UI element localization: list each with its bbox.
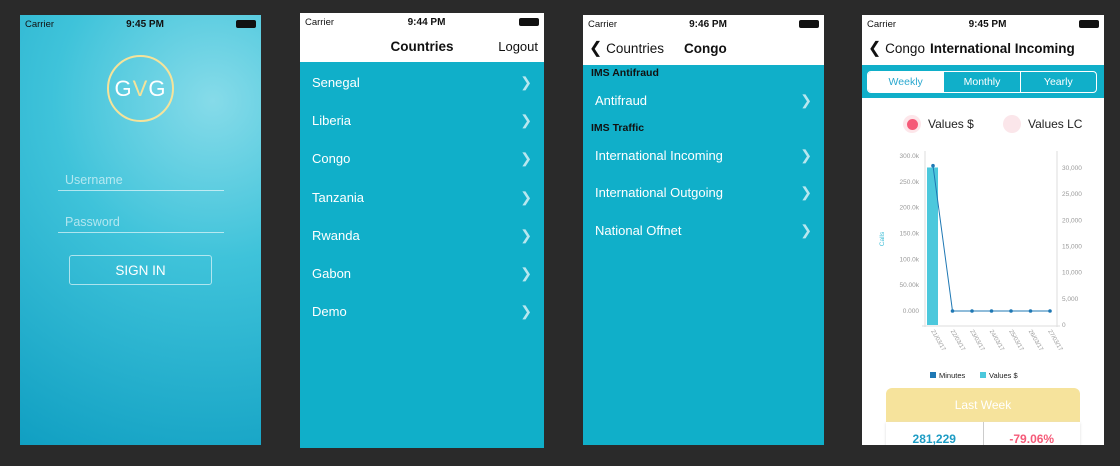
chevron-right-icon: ❯	[520, 303, 532, 320]
x-tick-label: 25/03/17	[1007, 329, 1024, 353]
left-tick-label: 150.0k	[899, 231, 919, 238]
x-tick-label: 22/03/17	[949, 329, 966, 353]
chevron-right-icon: ❯	[800, 184, 812, 201]
chevron-right-icon: ❯	[800, 146, 812, 163]
section-header: IMS Antifraud	[591, 67, 659, 79]
x-tick-label: 21/03/17	[929, 329, 946, 353]
menu-row[interactable]: National Offnet ❯	[583, 212, 824, 250]
card-value: 281,229	[886, 422, 984, 445]
x-tick-label: 27/03/17	[1046, 329, 1063, 353]
left-tick-label: 200.0k	[899, 205, 919, 212]
username-input[interactable]: Username	[58, 173, 224, 191]
right-tick-label: 25,000	[1062, 191, 1082, 198]
page-title: Congo	[683, 40, 727, 56]
chevron-right-icon: ❯	[520, 265, 532, 282]
country-row[interactable]: Senegal ❯	[300, 63, 544, 101]
country-row[interactable]: Rwanda ❯	[300, 216, 544, 254]
back-button[interactable]: ❮ Countries	[583, 38, 664, 58]
point-minutes	[1048, 309, 1052, 313]
menu-row[interactable]: Antifraud ❯	[583, 82, 824, 120]
country-row[interactable]: Liberia ❯	[300, 101, 544, 139]
line-minutes	[932, 165, 1050, 312]
chevron-right-icon: ❯	[520, 111, 532, 128]
left-tick-label: 300.0k	[899, 153, 919, 160]
password-input[interactable]: Password	[58, 215, 224, 233]
menu-row[interactable]: International Incoming ❯	[583, 137, 824, 175]
battery-icon	[235, 20, 256, 28]
point-minutes	[931, 163, 935, 168]
point-minutes	[989, 309, 994, 313]
left-tick-label: 250.0k	[899, 179, 919, 186]
time: 9:45 PM	[126, 18, 164, 30]
country-row[interactable]: Demo ❯	[300, 293, 544, 331]
right-tick-label: 0	[1062, 322, 1066, 329]
right-tick-label: 10,000	[1062, 270, 1082, 277]
country-row[interactable]: Congo ❯	[300, 140, 544, 178]
logout-button[interactable]: Logout	[498, 39, 538, 54]
menu-row[interactable]: International Outgoing ❯	[583, 174, 824, 212]
card-change: -79.06%	[1009, 432, 1055, 445]
left-tick-label: 0.000	[903, 308, 920, 315]
x-tick-label: 24/03/17	[988, 329, 1005, 353]
legend-swatch-values	[980, 372, 986, 378]
sign-in-button[interactable]: SIGN IN	[69, 255, 212, 285]
status-bar: Carrier 9:45 PM	[20, 15, 261, 33]
carrier: Carrier	[25, 18, 55, 30]
left-tick-label: 50.00k	[899, 282, 919, 289]
x-tick-label: 23/03/17	[968, 329, 985, 353]
page-title: Countries	[390, 38, 454, 54]
gvg-logo: GVG	[107, 55, 174, 122]
chevron-right-icon: ❯	[520, 73, 532, 90]
legend-label-minutes: Minutes	[939, 371, 966, 380]
chevron-right-icon: ❯	[800, 92, 812, 109]
y-axis-label: Calls	[879, 231, 886, 246]
point-minutes	[1009, 309, 1013, 313]
chevron-right-icon: ❯	[520, 226, 532, 243]
login-screen: Carrier 9:45 PM GVG Username Password SIG…	[20, 15, 261, 445]
detail-screen: Carrier 9:45 PM ❮ Congo International Inco…	[862, 15, 1104, 445]
point-minutes	[970, 309, 974, 313]
card-title: Last Week	[886, 388, 1080, 422]
country-row[interactable]: Tanzania ❯	[300, 178, 544, 216]
point-minutes	[950, 309, 955, 313]
right-tick-label: 30,000	[1062, 165, 1082, 172]
left-tick-label: 100.0k	[899, 256, 919, 263]
legend-label-values: Values $	[989, 371, 1018, 380]
countries-screen: Carrier 9:44 PM Countries Logout Senegal ❯ L…	[300, 13, 544, 448]
country-row[interactable]: Gabon ❯	[300, 254, 544, 292]
legend-swatch-minutes	[930, 372, 936, 378]
congo-screen: Carrier 9:46 PM ❮ Countries Congo IMS Anti…	[583, 15, 824, 445]
traffic-chart: 0.000 50.00k 100.0k 150.0k 200.0k 250.0k 300.0…	[879, 151, 1082, 380]
chevron-right-icon: ❯	[520, 188, 532, 205]
right-tick-label: 15,000	[1062, 244, 1082, 251]
chevron-right-icon: ❯	[520, 150, 532, 167]
section-header: IMS Traffic	[591, 121, 645, 134]
battery-icon	[518, 18, 539, 26]
right-tick-label: 5,000	[1062, 296, 1079, 303]
x-tick-label: 26/03/17	[1027, 329, 1044, 353]
point-minutes	[1028, 309, 1033, 313]
chevron-left-icon: ❮	[589, 40, 603, 57]
chevron-right-icon: ❯	[800, 221, 812, 238]
right-tick-label: 20,000	[1062, 217, 1082, 224]
battery-icon	[798, 20, 819, 28]
